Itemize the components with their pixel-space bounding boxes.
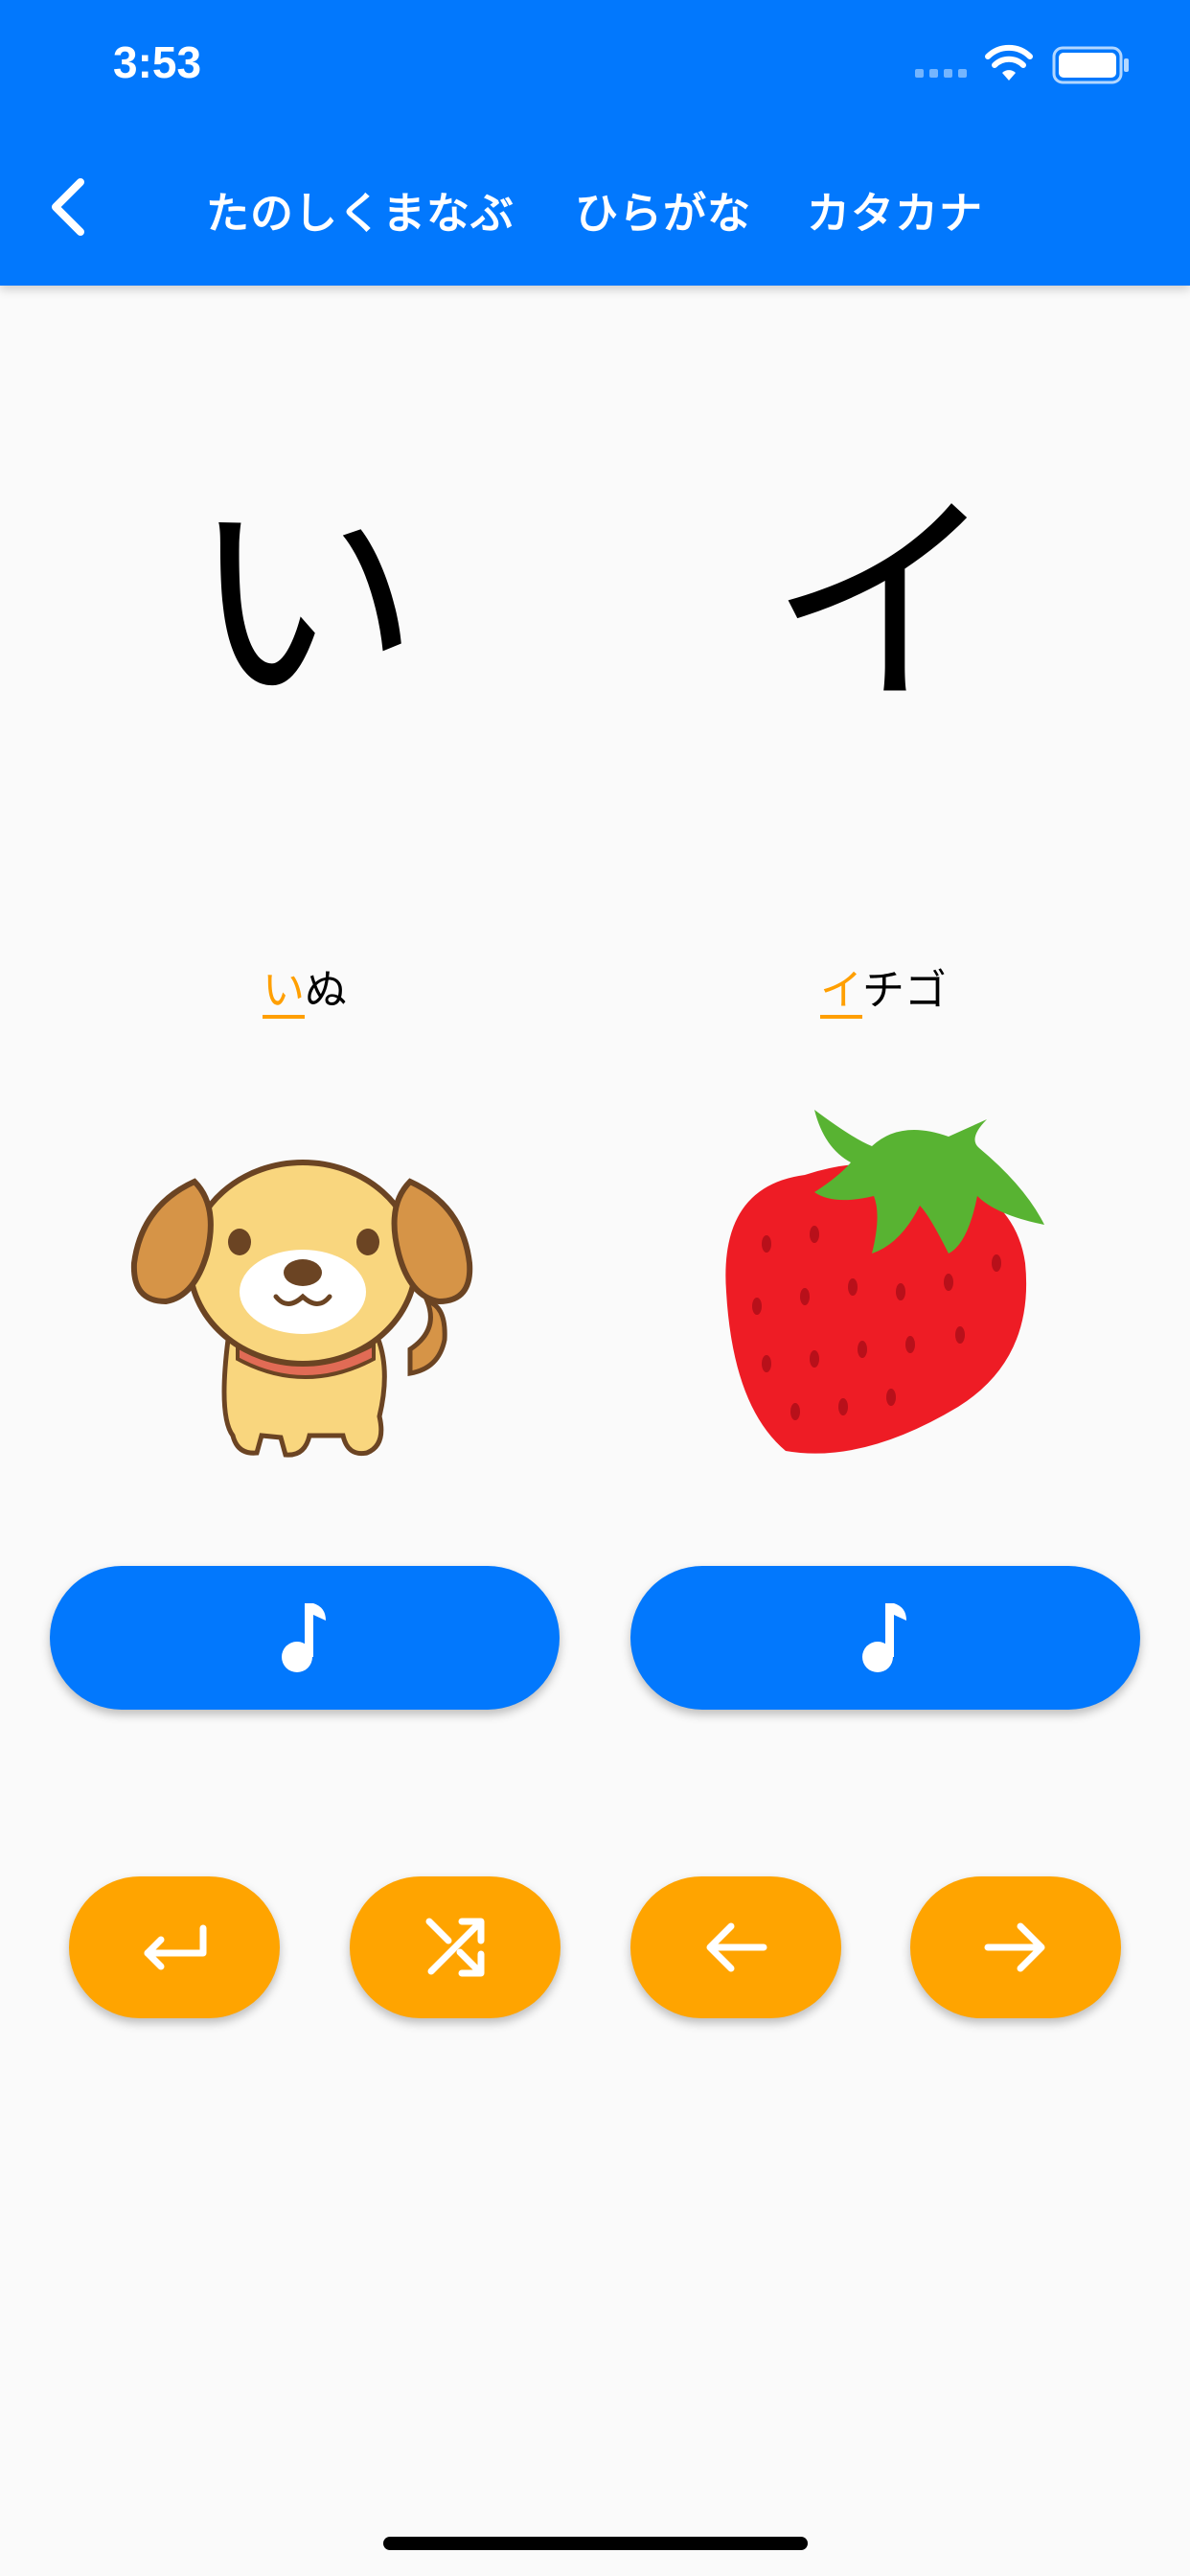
word-rest: チゴ xyxy=(862,966,947,1015)
tab-katakana[interactable]: カタカナ xyxy=(807,178,983,241)
word-highlight-char: い xyxy=(263,966,305,1019)
arrow-right-icon xyxy=(984,1922,1045,1972)
tab-hiragana[interactable]: ひらがな xyxy=(575,178,751,241)
battery-icon xyxy=(1052,46,1129,84)
hiragana-character: い xyxy=(189,470,420,738)
shuffle-icon xyxy=(425,1918,485,1977)
word-rest: ぬ xyxy=(305,966,347,1015)
katakana-character: イ xyxy=(767,470,998,738)
status-time: 3:53 xyxy=(113,37,202,87)
previous-button[interactable] xyxy=(630,1876,841,2018)
cellular-signal-icon xyxy=(915,69,967,78)
play-katakana-sound-button[interactable] xyxy=(630,1566,1140,1710)
dog-illustration xyxy=(130,1160,473,1458)
arrow-left-icon xyxy=(706,1922,767,1972)
wifi-icon xyxy=(985,44,1033,80)
hiragana-word: いぬ xyxy=(103,964,506,1019)
music-note-icon xyxy=(862,1603,906,1672)
shuffle-button[interactable] xyxy=(350,1876,561,2018)
word-highlight-char: イ xyxy=(820,966,862,1019)
return-icon xyxy=(144,1924,207,1970)
app-title: たのしくまなぶ xyxy=(206,188,515,239)
katakana-word: イチゴ xyxy=(682,964,1085,1019)
next-button[interactable] xyxy=(910,1876,1121,2018)
music-note-icon xyxy=(282,1603,326,1672)
chevron-left-icon xyxy=(52,178,84,236)
strawberry-illustration xyxy=(725,1110,1044,1454)
play-hiragana-sound-button[interactable] xyxy=(50,1566,560,1710)
home-indicator[interactable] xyxy=(383,2537,808,2550)
screen: 3:53 たのしくまなぶ ひらがな カタカナ い イ いぬ イチゴ xyxy=(0,0,1190,2576)
return-button[interactable] xyxy=(69,1876,280,2018)
app-bar: 3:53 たのしくまなぶ ひらがな カタカナ xyxy=(0,0,1190,286)
back-button[interactable] xyxy=(29,169,105,245)
